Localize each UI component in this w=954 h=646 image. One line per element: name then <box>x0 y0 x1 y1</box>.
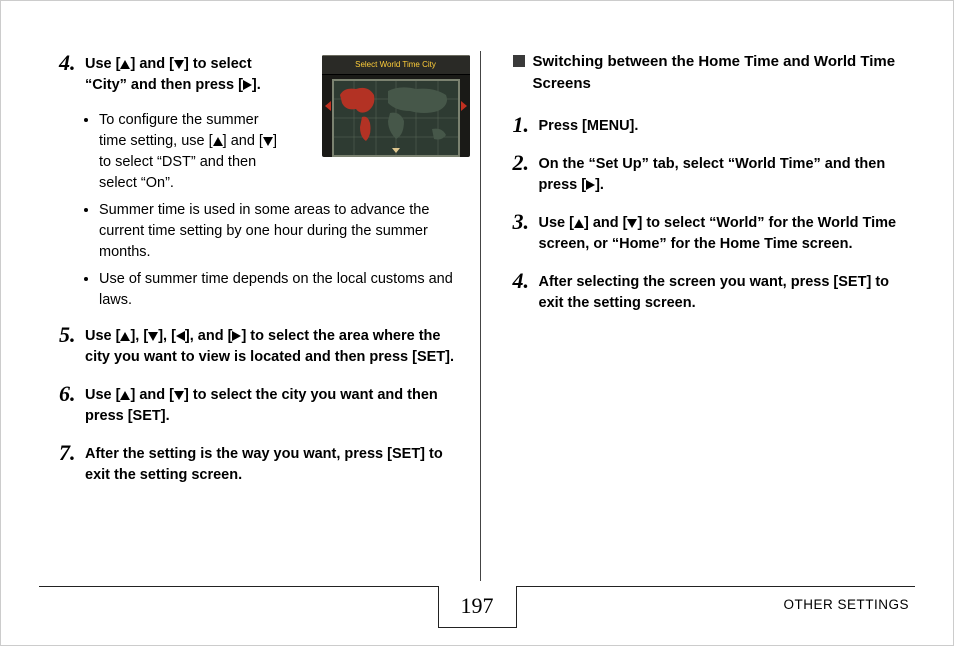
right-arrow-icon <box>243 80 252 90</box>
step-text: On the “Set Up” tab, select “World Time”… <box>539 151 914 196</box>
up-arrow-icon <box>120 332 130 341</box>
step-text: Use [] and [] to select “City” and then … <box>85 51 280 96</box>
section-heading: Switching between the Home Time and Worl… <box>513 51 914 95</box>
section-heading-text: Switching between the Home Time and Worl… <box>533 51 914 95</box>
right-column: Switching between the Home Time and Worl… <box>481 51 914 566</box>
step-text: Use [], [], [], and [] to select the are… <box>85 323 460 368</box>
step-number: 1. <box>513 113 539 137</box>
step-number: 4. <box>513 269 539 293</box>
world-map-panel <box>332 79 460 157</box>
step-number: 4. <box>59 51 85 75</box>
page-body: Select World Time City <box>1 1 953 566</box>
world-map-icon <box>334 81 458 155</box>
up-arrow-icon <box>574 219 584 228</box>
step-text: After selecting the screen you want, pre… <box>539 269 914 314</box>
left-column: Select World Time City <box>59 51 480 566</box>
step-text: Use [] and [] to select “World” for the … <box>539 210 914 255</box>
step-text: Press [MENU]. <box>539 113 639 137</box>
footer-section-label: OTHER SETTINGS <box>783 595 909 615</box>
square-bullet-icon <box>513 55 525 67</box>
step-text: After the setting is the way you want, p… <box>85 441 460 486</box>
step-number: 6. <box>59 382 85 406</box>
screenshot-title: Select World Time City <box>322 55 470 75</box>
step: 1.Press [MENU]. <box>513 113 914 137</box>
step-number: 5. <box>59 323 85 347</box>
down-arrow-icon <box>627 219 637 228</box>
up-arrow-icon <box>213 137 223 146</box>
nav-down-icon <box>392 148 400 153</box>
step-number: 2. <box>513 151 539 175</box>
down-arrow-icon <box>263 137 273 146</box>
right-arrow-icon <box>586 180 595 190</box>
up-arrow-icon <box>120 60 130 69</box>
nav-right-icon <box>461 101 467 111</box>
down-arrow-icon <box>174 60 184 69</box>
step-number: 7. <box>59 441 85 465</box>
step: 4.After selecting the screen you want, p… <box>513 269 914 314</box>
left-arrow-icon <box>176 331 185 341</box>
right-arrow-icon <box>232 331 241 341</box>
down-arrow-icon <box>148 332 158 341</box>
down-arrow-icon <box>174 391 184 400</box>
sub-bullet: To configure the summer time setting, us… <box>99 110 281 194</box>
step: 6.Use [] and [] to select the city you w… <box>59 382 460 427</box>
sub-bullet: Summer time is used in some areas to adv… <box>99 200 460 263</box>
up-arrow-icon <box>120 391 130 400</box>
page-number: 197 <box>438 586 517 628</box>
step: 5.Use [], [], [], and [] to select the a… <box>59 323 460 368</box>
step: 3.Use [] and [] to select “World” for th… <box>513 210 914 255</box>
step-text: Use [] and [] to select the city you wan… <box>85 382 460 427</box>
step: 7.After the setting is the way you want,… <box>59 441 460 486</box>
step: 2.On the “Set Up” tab, select “World Tim… <box>513 151 914 196</box>
nav-left-icon <box>325 101 331 111</box>
world-time-screenshot: Select World Time City <box>322 55 470 157</box>
step-number: 3. <box>513 210 539 234</box>
sub-bullet: Use of summer time depends on the local … <box>99 269 460 311</box>
